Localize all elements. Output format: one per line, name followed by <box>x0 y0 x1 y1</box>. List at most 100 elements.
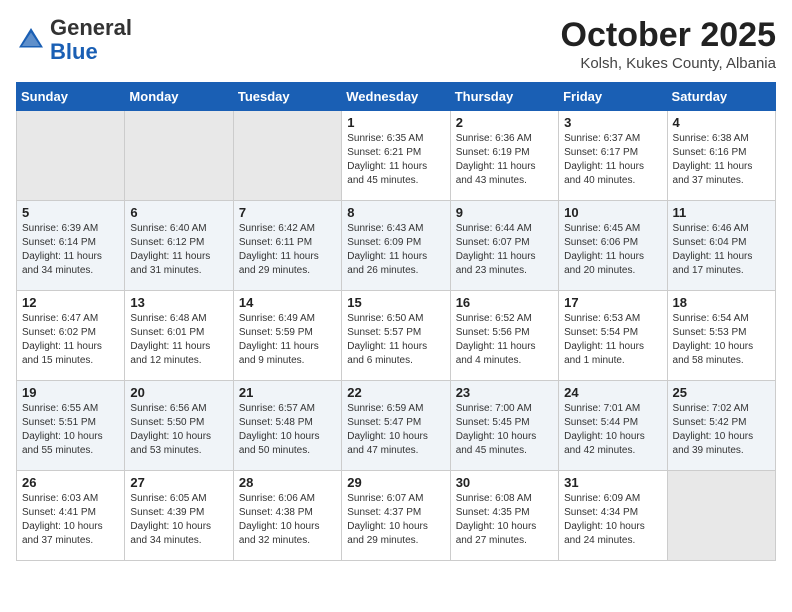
calendar-cell: 20 Sunrise: 6:56 AM Sunset: 5:50 PM Dayli… <box>125 381 233 471</box>
day-info: Sunrise: 6:50 AM Sunset: 5:57 PM Dayligh… <box>347 312 444 368</box>
calendar-cell <box>667 471 775 561</box>
day-number: 10 <box>564 205 661 220</box>
calendar-cell: 7 Sunrise: 6:42 AM Sunset: 6:11 PM Daylig… <box>233 201 341 291</box>
calendar-cell: 29Sunrise: 6:07 AM Sunset: 4:37 PM Dayli… <box>342 471 450 561</box>
calendar-cell: 6 Sunrise: 6:40 AM Sunset: 6:12 PM Daylig… <box>125 201 233 291</box>
calendar-cell <box>233 111 341 201</box>
day-number: 20 <box>130 385 227 400</box>
calendar-cell: 31 Sunrise: 6:09 AM Sunset: 4:34 PM Dayli… <box>559 471 667 561</box>
weekday-header-wednesday: Wednesday <box>342 83 450 111</box>
calendar-cell: 21 Sunrise: 6:57 AM Sunset: 5:48 PM Dayli… <box>233 381 341 471</box>
calendar-cell: 25 Sunrise: 7:02 AM Sunset: 5:42 PM Dayli… <box>667 381 775 471</box>
day-info: Sunrise: 6:46 AM Sunset: 6:04 PM Dayligh… <box>673 222 770 278</box>
day-info: Sunrise: 6:45 AM Sunset: 6:06 PM Dayligh… <box>564 222 661 278</box>
day-number: 2 <box>456 115 553 130</box>
day-number: 13 <box>130 295 227 310</box>
day-number: 14 <box>239 295 336 310</box>
day-info: Sunrise: 6:55 AM Sunset: 5:51 PM Dayligh… <box>22 402 119 458</box>
page-header: General Blue October 2025 Kolsh, Kukes C… <box>16 16 776 72</box>
weekday-header-monday: Monday <box>125 83 233 111</box>
calendar-cell: 15 Sunrise: 6:50 AM Sunset: 5:57 PM Dayli… <box>342 291 450 381</box>
day-number: 19 <box>22 385 119 400</box>
day-info: Sunrise: 6:06 AM Sunset: 4:38 PM Dayligh… <box>239 492 336 548</box>
month-title: October 2025 <box>561 16 776 55</box>
day-info: Sunrise: 6:35 AM Sunset: 6:21 PM Dayligh… <box>347 132 444 188</box>
day-info: Sunrise: 7:00 AM Sunset: 5:45 PM Dayligh… <box>456 402 553 458</box>
calendar-cell: 27Sunrise: 6:05 AM Sunset: 4:39 PM Dayli… <box>125 471 233 561</box>
weekday-header-thursday: Thursday <box>450 83 558 111</box>
day-info: Sunrise: 6:03 AM Sunset: 4:41 PM Dayligh… <box>22 492 119 548</box>
day-number: 12 <box>22 295 119 310</box>
day-number: 9 <box>456 205 553 220</box>
calendar-week-row: 26 Sunrise: 6:03 AM Sunset: 4:41 PM Dayli… <box>17 471 776 561</box>
logo-icon <box>16 25 46 55</box>
day-number: 18 <box>673 295 770 310</box>
day-number: 7 <box>239 205 336 220</box>
calendar-cell: 19 Sunrise: 6:55 AM Sunset: 5:51 PM Dayli… <box>17 381 125 471</box>
calendar-cell: 23 Sunrise: 7:00 AM Sunset: 5:45 PM Dayli… <box>450 381 558 471</box>
calendar-cell: 16Sunrise: 6:52 AM Sunset: 5:56 PM Dayli… <box>450 291 558 381</box>
day-number: 23 <box>456 385 553 400</box>
day-info: Sunrise: 6:42 AM Sunset: 6:11 PM Dayligh… <box>239 222 336 278</box>
day-info: Sunrise: 6:05 AM Sunset: 4:39 PM Dayligh… <box>130 492 227 548</box>
day-number: 21 <box>239 385 336 400</box>
day-number: 22 <box>347 385 444 400</box>
day-info: Sunrise: 6:09 AM Sunset: 4:34 PM Dayligh… <box>564 492 661 548</box>
day-number: 4 <box>673 115 770 130</box>
calendar-cell <box>125 111 233 201</box>
day-info: Sunrise: 7:02 AM Sunset: 5:42 PM Dayligh… <box>673 402 770 458</box>
calendar-week-row: 12 Sunrise: 6:47 AM Sunset: 6:02 PM Dayli… <box>17 291 776 381</box>
day-number: 28 <box>239 475 336 490</box>
calendar-cell: 8 Sunrise: 6:43 AM Sunset: 6:09 PM Daylig… <box>342 201 450 291</box>
day-number: 26 <box>22 475 119 490</box>
calendar-cell: 17 Sunrise: 6:53 AM Sunset: 5:54 PM Dayli… <box>559 291 667 381</box>
logo: General Blue <box>16 16 132 64</box>
day-info: Sunrise: 6:59 AM Sunset: 5:47 PM Dayligh… <box>347 402 444 458</box>
calendar-cell: 3 Sunrise: 6:37 AM Sunset: 6:17 PM Daylig… <box>559 111 667 201</box>
day-info: Sunrise: 6:57 AM Sunset: 5:48 PM Dayligh… <box>239 402 336 458</box>
weekday-header-tuesday: Tuesday <box>233 83 341 111</box>
location-title: Kolsh, Kukes County, Albania <box>561 55 776 72</box>
day-info: Sunrise: 6:47 AM Sunset: 6:02 PM Dayligh… <box>22 312 119 368</box>
calendar-cell: 26 Sunrise: 6:03 AM Sunset: 4:41 PM Dayli… <box>17 471 125 561</box>
logo-general-text: General <box>50 15 132 40</box>
day-number: 11 <box>673 205 770 220</box>
day-number: 24 <box>564 385 661 400</box>
day-info: Sunrise: 6:43 AM Sunset: 6:09 PM Dayligh… <box>347 222 444 278</box>
title-block: October 2025 Kolsh, Kukes County, Albani… <box>561 16 776 72</box>
calendar-cell: 18 Sunrise: 6:54 AM Sunset: 5:53 PM Dayli… <box>667 291 775 381</box>
day-info: Sunrise: 6:07 AM Sunset: 4:37 PM Dayligh… <box>347 492 444 548</box>
day-info: Sunrise: 6:40 AM Sunset: 6:12 PM Dayligh… <box>130 222 227 278</box>
day-number: 16 <box>456 295 553 310</box>
calendar-cell: 22 Sunrise: 6:59 AM Sunset: 5:47 PM Dayli… <box>342 381 450 471</box>
day-number: 8 <box>347 205 444 220</box>
calendar-cell: 28 Sunrise: 6:06 AM Sunset: 4:38 PM Dayli… <box>233 471 341 561</box>
weekday-header-sunday: Sunday <box>17 83 125 111</box>
calendar-cell: 10 Sunrise: 6:45 AM Sunset: 6:06 PM Dayli… <box>559 201 667 291</box>
day-info: Sunrise: 6:54 AM Sunset: 5:53 PM Dayligh… <box>673 312 770 368</box>
calendar-cell: 9Sunrise: 6:44 AM Sunset: 6:07 PM Daylig… <box>450 201 558 291</box>
calendar-week-row: 1Sunrise: 6:35 AM Sunset: 6:21 PM Daylig… <box>17 111 776 201</box>
day-number: 6 <box>130 205 227 220</box>
day-info: Sunrise: 6:37 AM Sunset: 6:17 PM Dayligh… <box>564 132 661 188</box>
calendar-cell: 2Sunrise: 6:36 AM Sunset: 6:19 PM Daylig… <box>450 111 558 201</box>
day-number: 31 <box>564 475 661 490</box>
day-info: Sunrise: 6:38 AM Sunset: 6:16 PM Dayligh… <box>673 132 770 188</box>
day-info: Sunrise: 6:56 AM Sunset: 5:50 PM Dayligh… <box>130 402 227 458</box>
day-info: Sunrise: 6:39 AM Sunset: 6:14 PM Dayligh… <box>22 222 119 278</box>
day-info: Sunrise: 6:49 AM Sunset: 5:59 PM Dayligh… <box>239 312 336 368</box>
calendar-cell: 4 Sunrise: 6:38 AM Sunset: 6:16 PM Daylig… <box>667 111 775 201</box>
day-info: Sunrise: 6:53 AM Sunset: 5:54 PM Dayligh… <box>564 312 661 368</box>
day-number: 25 <box>673 385 770 400</box>
day-number: 3 <box>564 115 661 130</box>
weekday-header-row: SundayMondayTuesdayWednesdayThursdayFrid… <box>17 83 776 111</box>
day-number: 5 <box>22 205 119 220</box>
weekday-header-friday: Friday <box>559 83 667 111</box>
logo-blue-text: Blue <box>50 39 98 64</box>
day-number: 17 <box>564 295 661 310</box>
calendar-week-row: 19 Sunrise: 6:55 AM Sunset: 5:51 PM Dayli… <box>17 381 776 471</box>
day-number: 15 <box>347 295 444 310</box>
day-number: 30 <box>456 475 553 490</box>
calendar-cell: 13Sunrise: 6:48 AM Sunset: 6:01 PM Dayli… <box>125 291 233 381</box>
calendar-week-row: 5 Sunrise: 6:39 AM Sunset: 6:14 PM Daylig… <box>17 201 776 291</box>
